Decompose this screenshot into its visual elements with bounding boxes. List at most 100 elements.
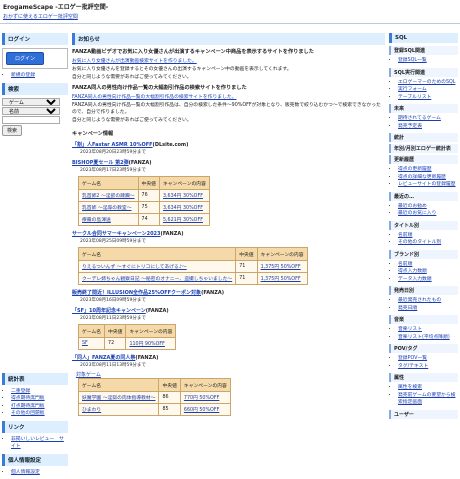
game-link[interactable]: クーデレ姉ちゃん観察日記 ～秘密のオナニー、盗撮しちゃいました～ bbox=[82, 277, 232, 282]
right-group-link[interactable]: エロゲーマーのためのSQL bbox=[398, 80, 455, 85]
right-group-link[interactable]: 発売予定表 bbox=[398, 124, 422, 129]
table-row: 療霧の島渾送 74 5,621円 30%OFF bbox=[78, 213, 210, 226]
right-group-link[interactable]: 最近発売されたもの bbox=[398, 298, 441, 303]
right-group-item: その他のタイトル別 bbox=[398, 239, 458, 247]
right-group-link[interactable]: 最近のお気に入り bbox=[398, 211, 436, 216]
login-button[interactable]: ログイン bbox=[6, 52, 45, 65]
notice-line-link[interactable]: FANZA同人の男性向け作品一覧の大幅割引作品の検索サイトを作りました。 bbox=[72, 94, 385, 101]
right-group-item: 音楽リスト(平均点降順) bbox=[398, 334, 458, 342]
right-group-link[interactable]: データ入力数順 bbox=[398, 277, 432, 282]
table-row: SF 72 110円 90%OFF bbox=[77, 337, 177, 350]
content-cell: 1,375円 50%OFF bbox=[256, 272, 308, 285]
game-link[interactable]: ひまわり bbox=[82, 408, 101, 413]
links-item[interactable]: 非掲いしいレビュー サイト bbox=[11, 437, 64, 450]
search-section-title: 検索 bbox=[2, 82, 68, 95]
content-cell: 110円 90%OFF bbox=[125, 337, 177, 350]
col-content-header: キャンペーンの内容 bbox=[125, 324, 177, 338]
median-cell: 71 bbox=[235, 272, 258, 285]
campaign-link[interactable]: BISHOP夏セール 第2弾 bbox=[72, 160, 129, 166]
campaign-link[interactable]: 「同人」FANZA夏の同人祭 bbox=[72, 355, 135, 361]
right-group-link[interactable]: テーブルリスト bbox=[398, 95, 431, 100]
right-group-link[interactable]: 発売日順 bbox=[398, 306, 417, 311]
notice-title: FANZA同人の男性向け作品一覧の大幅割引作品の検索サイトを作りました bbox=[72, 85, 247, 91]
game-link[interactable]: SF bbox=[82, 341, 88, 346]
content-link[interactable]: 660円 50%OFF bbox=[184, 408, 219, 413]
content-link[interactable]: 3,634円 30%OFF bbox=[163, 206, 203, 211]
right-group-item: 登録POV一覧 bbox=[398, 355, 458, 363]
content-link[interactable]: 1,375円 50%OFF bbox=[261, 265, 301, 270]
stats-item[interactable]: 二重登録 bbox=[11, 389, 30, 394]
register-link[interactable]: 新規の登録 bbox=[11, 73, 35, 78]
right-group-link[interactable]: タグ/テキスト bbox=[398, 364, 428, 369]
right-group-link[interactable]: 得点の更新履歴 bbox=[398, 167, 432, 172]
right-group-title: 統計 bbox=[389, 133, 458, 142]
right-group-link[interactable]: 登録POV一覧 bbox=[398, 356, 427, 361]
right-group-item: 得点の更新履歴 bbox=[398, 166, 458, 174]
links-section-title: リンク bbox=[2, 420, 68, 433]
right-group-link[interactable]: 名前順 bbox=[398, 233, 412, 238]
right-group-link[interactable]: 音楽リスト bbox=[398, 327, 422, 332]
campaign-title: BISHOP夏セール 第2弾(FANZA) bbox=[72, 159, 385, 166]
game-cell: クーデレ姉ちゃん観察日記 ～秘密のオナニー、盗撮しちゃいました～ bbox=[77, 272, 237, 285]
campaign-link[interactable]: 「SF」10周年記念キャンペーン bbox=[72, 308, 146, 314]
game-link[interactable]: 妖魔学園 ～淫獄の肉体指導教材～ bbox=[82, 396, 155, 401]
right-group-link[interactable]: 得点入力数順 bbox=[398, 269, 427, 274]
campaign-date: 2023年08月11日13時59分まで bbox=[80, 363, 146, 368]
table-header-row: ゲーム名 中央値 キャンペーンの内容 bbox=[77, 378, 231, 392]
search-button[interactable]: 検索 bbox=[2, 124, 23, 136]
search-field-select[interactable]: 名前 bbox=[2, 106, 60, 115]
campaign-source: (FANZA) bbox=[135, 355, 159, 361]
right-group-title: SQL実行関連 bbox=[389, 67, 458, 77]
right-group-link[interactable]: 発売前ゲームの要望から検索指定画面 bbox=[398, 393, 455, 406]
notice-line-link[interactable]: お気に入り女優さんが出演動画検索サイトを作りました。 bbox=[72, 58, 385, 65]
campaign-subhead[interactable]: 対象ゲーム bbox=[76, 371, 385, 378]
content-link[interactable]: 5,621円 30%OFF bbox=[163, 218, 203, 223]
right-group-item: エロゲーマーのためのSQL bbox=[398, 79, 458, 87]
right-group-list: 最近発売されたもの発売日順 bbox=[389, 297, 458, 312]
stats-item[interactable]: 得点期待席門板 bbox=[11, 396, 45, 401]
right-group-link[interactable]: 最近のお勧め bbox=[398, 204, 427, 209]
right-group-title: 未来 bbox=[389, 104, 458, 113]
game-link[interactable]: 乳首姉 ～淫辱の教室～ bbox=[82, 206, 132, 211]
game-link[interactable]: りえるついんず ～すぐにトリコにしてあげる♪～ bbox=[82, 265, 187, 270]
right-group-link[interactable]: 登録SQL一覧 bbox=[398, 58, 427, 63]
right-group-link[interactable]: 期待されてるゲーム bbox=[398, 116, 441, 121]
right-group-link[interactable]: 音楽リスト(平均点降順) bbox=[398, 335, 450, 340]
content-link[interactable]: 3,634円 30%OFF bbox=[163, 194, 203, 199]
right-group-link[interactable]: 属性を検索 bbox=[398, 385, 422, 390]
median-cell: 86 bbox=[158, 391, 181, 404]
content-link[interactable]: 1,375円 50%OFF bbox=[261, 277, 301, 282]
col-game-header: ゲーム名 bbox=[77, 247, 237, 261]
median-cell: 85 bbox=[158, 403, 181, 416]
game-link[interactable]: 乳首姉2 ～淫欲の蹂躙～ bbox=[82, 194, 135, 199]
login-section-title: ログイン bbox=[2, 33, 68, 45]
campaign-link[interactable]: 「割」人Fastar ASMR 10%OFF bbox=[72, 142, 153, 148]
site-subtitle-link[interactable]: おかずに使えるエロゲー批評空間 bbox=[3, 13, 78, 20]
right-group-list: 登録SQL一覧 bbox=[389, 57, 458, 65]
notice-line: 自分と同じような需要があればご使ってみてください。 bbox=[72, 75, 192, 80]
right-group-list: 音楽リスト音楽リスト(平均点降順) bbox=[389, 326, 458, 341]
search-input[interactable] bbox=[2, 115, 60, 124]
stats-item[interactable]: その他の回題板 bbox=[11, 411, 45, 416]
campaign-link[interactable]: サークル合同サマーキャンペーン2023 bbox=[72, 231, 161, 237]
content-link[interactable]: 110円 90%OFF bbox=[129, 342, 164, 347]
notice-line: お気に入り女優さんを登録するとその女優さんの出演するキャンペーン中の動画を表示し… bbox=[72, 67, 292, 72]
campaign-title: サークル合同サマーキャンペーン2023(FANZA) bbox=[72, 230, 385, 237]
content-link[interactable]: 770円 50%OFF bbox=[184, 396, 219, 401]
right-group-link[interactable]: 実行フォーム bbox=[398, 87, 427, 92]
game-link[interactable]: 療霧の島渾送 bbox=[82, 218, 111, 223]
content-cell: 5,621円 30%OFF bbox=[158, 213, 210, 226]
campaign-link[interactable]: 販売終了間近！ILLUSION全作品25%OFFクーポン対象 bbox=[72, 290, 201, 296]
personal-item[interactable]: 個人情報設定 bbox=[11, 470, 40, 475]
game-cell: SF bbox=[77, 337, 106, 350]
right-group-link[interactable]: レビューサイトの登録履歴 bbox=[398, 182, 455, 187]
right-group-link[interactable]: 得点の詳細な更新履歴 bbox=[398, 175, 446, 180]
right-group-item: 発売前ゲームの要望から検索指定画面 bbox=[398, 392, 458, 407]
right-group-link[interactable]: 名前順 bbox=[398, 262, 412, 267]
notice-section-title: お知らせ bbox=[72, 33, 385, 45]
game-cell: 乳首姉 ～淫辱の教室～ bbox=[78, 201, 139, 214]
search-type-select[interactable]: ゲーム bbox=[2, 97, 60, 106]
right-group-title: ユーザー bbox=[389, 409, 458, 419]
right-group-link[interactable]: その他のタイトル別 bbox=[398, 240, 441, 245]
stats-item[interactable]: 打点期待席門板 bbox=[11, 404, 45, 409]
